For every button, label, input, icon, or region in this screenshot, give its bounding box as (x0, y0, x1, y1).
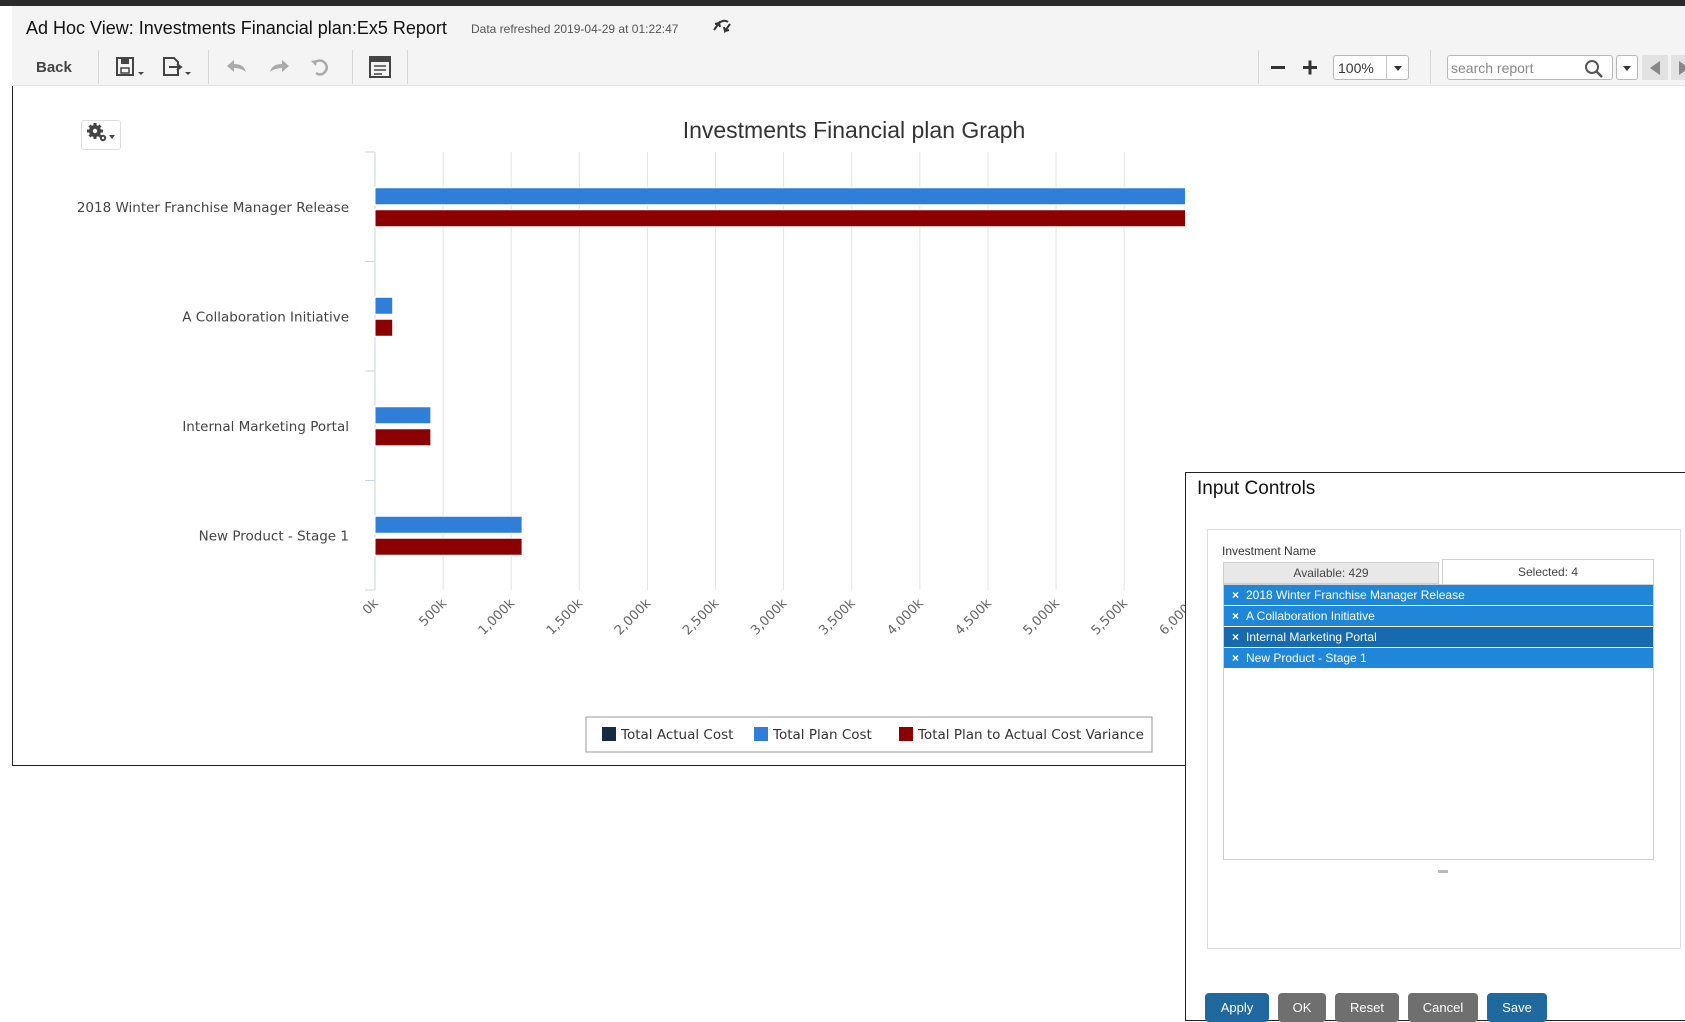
x-tick-label: 4,500k (953, 596, 996, 639)
category-label: New Product - Stage 1 (199, 528, 349, 544)
search-options-chevron-icon[interactable] (1616, 55, 1638, 80)
chart-legend: Total Actual Cost Total Plan Cost Total Pl… (585, 716, 1153, 753)
back-button[interactable]: Back (36, 59, 72, 76)
category-labels: 2018 Winter Franchise Manager Release A C… (77, 200, 349, 545)
category-label: 2018 Winter Franchise Manager Release (77, 200, 349, 216)
resize-handle[interactable] (1438, 870, 1448, 873)
category-label: A Collaboration Initiative (182, 309, 349, 325)
x-tick-label: 3,500k (816, 596, 859, 639)
refresh-icon[interactable] (710, 16, 734, 38)
save-icon[interactable] (114, 54, 146, 80)
export-icon[interactable] (160, 54, 194, 80)
previous-icon[interactable] (1642, 55, 1668, 80)
legend-swatch (754, 727, 768, 741)
toolbar-separator (352, 50, 353, 84)
toolbar-separator (1430, 50, 1431, 84)
save-button[interactable]: Save (1487, 993, 1547, 1022)
legend-label[interactable]: Total Plan Cost (772, 727, 872, 743)
toolbar-separator (407, 50, 408, 84)
undo-icon[interactable] (224, 54, 250, 80)
bar-total-plan-cost[interactable] (374, 515, 523, 534)
x-tick-label: 500k (416, 596, 450, 630)
chart-title: Investments Financial plan Graph (683, 117, 1026, 143)
selected-item-label: New Product - Stage 1 (1246, 651, 1367, 665)
zoom-value: 100% (1338, 60, 1374, 76)
input-controls-panel: Input Controls Investment Name Available… (1185, 472, 1685, 1022)
toolbar-separator (208, 50, 209, 84)
bar-chart: Investments Financial plan Graph 2018 Wi… (77, 117, 1185, 753)
report-options-icon[interactable] (368, 54, 392, 80)
cancel-button[interactable]: Cancel (1408, 993, 1478, 1022)
toolbar: Back 100% (12, 48, 1685, 86)
undo-all-icon[interactable] (308, 54, 332, 80)
remove-icon[interactable]: × (1232, 648, 1239, 669)
next-icon[interactable] (1671, 55, 1685, 80)
remove-icon[interactable]: × (1232, 627, 1239, 648)
selected-items-list: × 2018 Winter Franchise Manager Release ×… (1223, 584, 1654, 860)
search-input[interactable] (1451, 58, 1571, 78)
legend-label[interactable]: Total Actual Cost (620, 727, 733, 743)
x-tick-label: 2,000k (612, 596, 655, 639)
report-title: Ad Hoc View: Investments Financial plan:… (26, 18, 447, 38)
toolbar-separator (1258, 50, 1259, 84)
input-controls-body: Investment Name Available: 429 Selected:… (1207, 529, 1681, 949)
remove-icon[interactable]: × (1232, 585, 1239, 606)
x-tick-label: 6,000k (1157, 596, 1185, 639)
category-label: Internal Marketing Portal (182, 419, 349, 435)
bar-total-plan-to-actual-cost-variance[interactable] (374, 428, 432, 447)
selected-item-label: Internal Marketing Portal (1246, 630, 1377, 644)
ok-button[interactable]: OK (1278, 993, 1326, 1022)
selected-item[interactable]: × New Product - Stage 1 (1224, 648, 1653, 669)
data-refresh-info: Data refreshed 2019-04-29 at 01:22:47 (471, 22, 679, 36)
x-tick-label: 5,000k (1021, 596, 1064, 639)
selected-item[interactable]: × 2018 Winter Franchise Manager Release (1224, 585, 1653, 606)
zoom-out-icon[interactable] (1269, 54, 1287, 80)
x-tick-label: 0k (360, 596, 382, 618)
selected-item-label: A Collaboration Initiative (1246, 609, 1375, 623)
x-tick-label: 4,000k (884, 596, 927, 639)
title-bar: Ad Hoc View: Investments Financial plan:… (12, 6, 1685, 48)
tab-selected[interactable]: Selected: 4 (1442, 559, 1654, 584)
x-tick-label: 1,500k (544, 596, 587, 639)
x-tick-label: 5,500k (1089, 596, 1132, 639)
chevron-down-icon[interactable] (1386, 56, 1408, 79)
selected-item-label: 2018 Winter Franchise Manager Release (1246, 588, 1465, 602)
investment-name-label: Investment Name (1222, 544, 1317, 558)
bars (374, 187, 1185, 556)
apply-button[interactable]: Apply (1205, 993, 1269, 1022)
bar-total-plan-cost[interactable] (374, 187, 1185, 206)
legend-swatch (602, 727, 616, 741)
toolbar-separator (98, 50, 99, 84)
tab-available[interactable]: Available: 429 (1223, 562, 1439, 584)
legend-label[interactable]: Total Plan to Actual Cost Variance (917, 727, 1144, 743)
zoom-select[interactable]: 100% (1333, 55, 1409, 80)
remove-icon[interactable]: × (1232, 606, 1239, 627)
search-icon[interactable] (1584, 59, 1604, 84)
x-tick-label: 2,500k (680, 596, 723, 639)
x-axis-ticks: 0k 500k 1,000k 1,500k 2,000k 2,500k 3,000k 3,50… (360, 596, 1185, 639)
bar-total-plan-to-actual-cost-variance[interactable] (374, 209, 1185, 228)
x-tick-label: 1,000k (476, 596, 519, 639)
legend-swatch (899, 727, 913, 741)
selected-item[interactable]: × Internal Marketing Portal (1224, 627, 1653, 648)
bar-total-plan-cost[interactable] (374, 406, 432, 425)
bar-total-plan-to-actual-cost-variance[interactable] (374, 318, 394, 337)
search-box (1447, 55, 1613, 80)
reset-button[interactable]: Reset (1335, 993, 1399, 1022)
bar-total-plan-cost[interactable] (374, 296, 394, 315)
bar-total-plan-to-actual-cost-variance[interactable] (374, 537, 523, 556)
zoom-in-icon[interactable] (1301, 54, 1319, 80)
redo-icon[interactable] (266, 54, 292, 80)
input-controls-title: Input Controls (1197, 478, 1316, 499)
selected-item[interactable]: × A Collaboration Initiative (1224, 606, 1653, 627)
x-tick-label: 3,000k (748, 596, 791, 639)
